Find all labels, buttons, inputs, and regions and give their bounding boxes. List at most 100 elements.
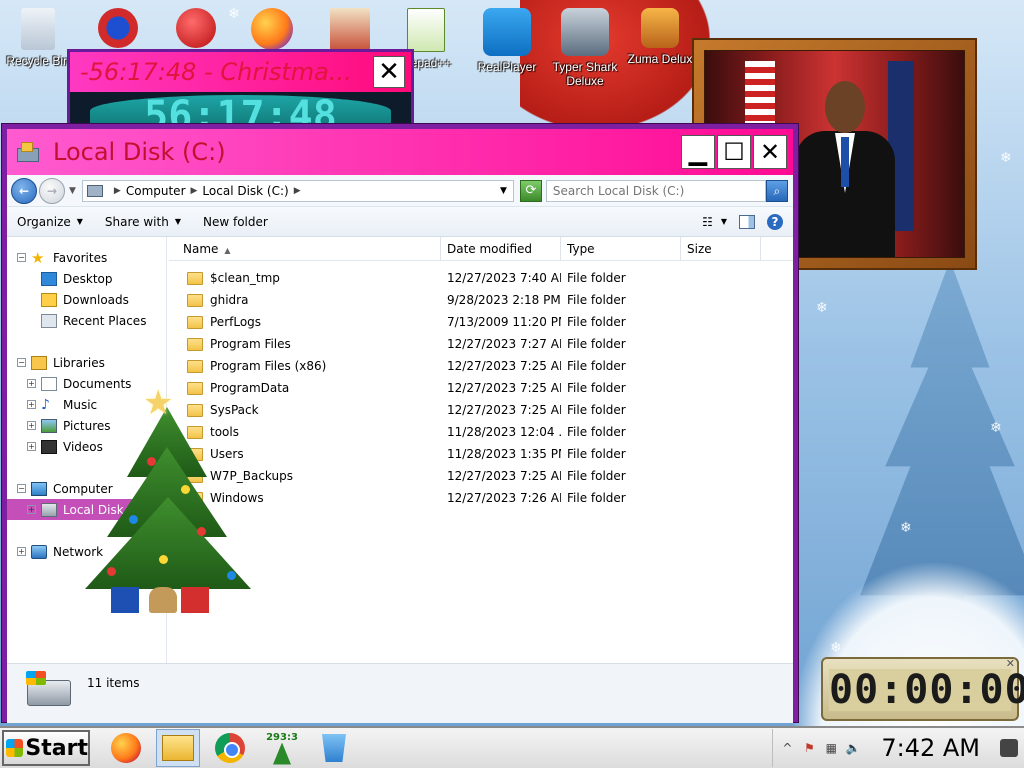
show-hidden-icons-button[interactable]: ^ xyxy=(779,740,795,756)
expand-toggle-icon[interactable]: + xyxy=(27,505,36,514)
nav-item[interactable]: Downloads xyxy=(7,289,166,310)
chevron-down-icon[interactable]: ▼ xyxy=(500,186,507,196)
table-row[interactable]: SysPack 12/27/2023 7:25 AM File folder xyxy=(169,399,793,421)
nav-item[interactable]: + ♪ Music xyxy=(7,394,166,415)
share-with-button[interactable]: Share with ▼ xyxy=(105,215,181,229)
file-name-cell[interactable]: $clean_tmp xyxy=(169,271,441,285)
network-icon[interactable]: ▦ xyxy=(823,740,839,756)
taskbar-firefox[interactable] xyxy=(104,729,148,767)
table-row[interactable]: $clean_tmp 12/27/2023 7:40 AM File folder xyxy=(169,267,793,289)
chevron-right-icon[interactable]: ▶ xyxy=(114,186,121,196)
type-cell: File folder xyxy=(567,403,626,417)
expand-toggle-icon[interactable]: + xyxy=(27,400,36,409)
table-row[interactable]: Windows 12/27/2023 7:26 AM File folder xyxy=(169,487,793,509)
column-header-date[interactable]: Date modified xyxy=(441,237,561,260)
clock[interactable]: 7:42 AM xyxy=(881,734,980,762)
table-row[interactable]: tools 11/28/2023 12:04 ... File folder xyxy=(169,421,793,443)
desktop-icon-firefox[interactable] xyxy=(234,8,310,54)
nav-item[interactable]: + Videos xyxy=(7,436,166,457)
column-header-type[interactable]: Type xyxy=(561,237,681,260)
expand-toggle-icon[interactable]: − xyxy=(17,358,26,367)
desktop-icon-app-2[interactable] xyxy=(80,8,156,52)
nav-item[interactable]: + Pictures xyxy=(7,415,166,436)
close-icon[interactable]: ✕ xyxy=(373,56,405,88)
address-bar[interactable]: ▶ Computer ▶ Local Disk (C:) ▶ ▼ xyxy=(81,179,514,202)
timer-gadget[interactable]: ✕ 00:00:00 xyxy=(821,657,1024,721)
nav-item[interactable]: − ★ Favorites xyxy=(7,247,166,268)
nav-item[interactable]: + Network xyxy=(7,541,166,562)
desktop-icon-app-red-ball[interactable] xyxy=(158,8,234,52)
chevron-right-icon[interactable]: ▶ xyxy=(294,186,301,196)
desktop-icon-realplayer[interactable]: RealPlayer xyxy=(469,8,545,74)
file-name-cell[interactable]: SysPack xyxy=(169,403,441,417)
nav-item[interactable]: + Documents xyxy=(7,373,166,394)
sort-ascending-icon: ▲ xyxy=(224,246,231,255)
table-row[interactable]: Program Files (x86) 12/27/2023 7:25 AM Fil… xyxy=(169,355,793,377)
file-name-cell[interactable]: W7P_Backups xyxy=(169,469,441,483)
nav-item[interactable]: − Libraries xyxy=(7,352,166,373)
file-name-cell[interactable]: Program Files (x86) xyxy=(169,359,441,373)
maximize-button[interactable]: ☐ xyxy=(717,135,751,169)
forward-arrow-icon[interactable]: → xyxy=(39,177,65,204)
taskbar-recycle-app[interactable] xyxy=(312,729,356,767)
chevron-right-icon[interactable]: ▶ xyxy=(191,186,198,196)
help-icon[interactable]: ? xyxy=(767,213,783,230)
chevron-down-icon[interactable]: ▼ xyxy=(721,217,727,226)
taskbar-chrome[interactable] xyxy=(208,729,252,767)
explorer-window[interactable]: Local Disk (C:) ▁ ☐ ✕ ← → ▼ ▶ Computer ▶… xyxy=(2,124,798,723)
desktop-icon-app-shrine[interactable] xyxy=(312,8,388,54)
file-name-cell[interactable]: Users xyxy=(169,447,441,461)
file-name-cell[interactable]: tools xyxy=(169,425,441,439)
expand-toggle-icon[interactable]: + xyxy=(27,421,36,430)
column-header-size[interactable]: Size xyxy=(681,237,761,260)
table-row[interactable]: PerfLogs 7/13/2009 11:20 PM File folder xyxy=(169,311,793,333)
refresh-icon[interactable]: ⟳ xyxy=(519,179,542,202)
expand-toggle-icon[interactable]: − xyxy=(17,253,26,262)
countdown-titlebar[interactable]: -56:17:48 - Christma... ✕ xyxy=(70,52,411,92)
table-row[interactable]: ProgramData 12/27/2023 7:25 AM File folder xyxy=(169,377,793,399)
start-button[interactable]: Start xyxy=(2,730,90,766)
file-name-cell[interactable]: PerfLogs xyxy=(169,315,441,329)
minimize-button[interactable]: ▁ xyxy=(681,135,715,169)
view-options-icon[interactable]: ☷ xyxy=(702,215,713,229)
column-header-name[interactable]: Name ▲ xyxy=(169,237,441,260)
recent-pages-dropdown[interactable]: ▼ xyxy=(69,186,76,196)
expand-toggle-icon[interactable]: + xyxy=(17,547,26,556)
desktop-icon-recycle-bin[interactable]: Recycle Bin xyxy=(0,8,76,68)
table-row[interactable]: Users 11/28/2023 1:35 PM File folder xyxy=(169,443,793,465)
file-name-cell[interactable]: Windows xyxy=(169,491,441,505)
show-desktop-icon[interactable] xyxy=(1000,739,1018,757)
file-name-cell[interactable]: ghidra xyxy=(169,293,441,307)
file-list[interactable]: Name ▲ Date modified Type Size $clean_tmp… xyxy=(169,237,793,663)
expand-toggle-icon[interactable]: − xyxy=(17,484,26,493)
countdown-window[interactable]: -56:17:48 - Christma... ✕ 56:17:48 xyxy=(67,49,414,127)
table-row[interactable]: ghidra 9/28/2023 2:18 PM File folder xyxy=(169,289,793,311)
nav-item[interactable]: Desktop xyxy=(7,268,166,289)
new-folder-button[interactable]: New folder xyxy=(203,215,268,229)
close-button[interactable]: ✕ xyxy=(753,135,787,169)
file-name-cell[interactable]: Program Files xyxy=(169,337,441,351)
breadcrumb-local-disk[interactable]: Local Disk (C:) xyxy=(202,184,288,198)
taskbar-christmas-countdown[interactable]: 293:3 xyxy=(260,729,304,767)
nav-item[interactable]: − Computer xyxy=(7,478,166,499)
nav-item[interactable]: + Local Disk (C:) xyxy=(7,499,164,520)
breadcrumb-computer[interactable]: Computer xyxy=(126,184,186,198)
navigation-pane[interactable]: − ★ Favorites Desktop Downloads Recent Places… xyxy=(7,237,167,663)
explorer-titlebar[interactable]: Local Disk (C:) ▁ ☐ ✕ xyxy=(7,129,793,175)
desktop-icon-typer-shark[interactable]: Typer Shark Deluxe xyxy=(547,8,623,88)
table-row[interactable]: W7P_Backups 12/27/2023 7:25 AM File folder xyxy=(169,465,793,487)
expand-toggle-icon[interactable]: + xyxy=(27,379,36,388)
desktop-icon-zuma-deluxe[interactable]: Zuma Delux xyxy=(622,8,698,66)
expand-toggle-icon[interactable]: + xyxy=(27,442,36,451)
file-name-cell[interactable]: ProgramData xyxy=(169,381,441,395)
table-row[interactable]: Program Files 12/27/2023 7:27 AM File fold… xyxy=(169,333,793,355)
search-icon[interactable]: ⌕ xyxy=(765,179,788,202)
nav-item[interactable]: Recent Places xyxy=(7,310,166,331)
taskbar-explorer[interactable] xyxy=(156,729,200,767)
volume-icon[interactable]: 🔈 xyxy=(845,740,861,756)
preview-pane-icon[interactable] xyxy=(739,214,755,229)
action-center-icon[interactable]: ⚑ xyxy=(801,740,817,756)
organize-button[interactable]: Organize ▼ xyxy=(17,215,83,229)
back-arrow-icon[interactable]: ← xyxy=(11,177,37,204)
search-input[interactable] xyxy=(545,179,766,202)
